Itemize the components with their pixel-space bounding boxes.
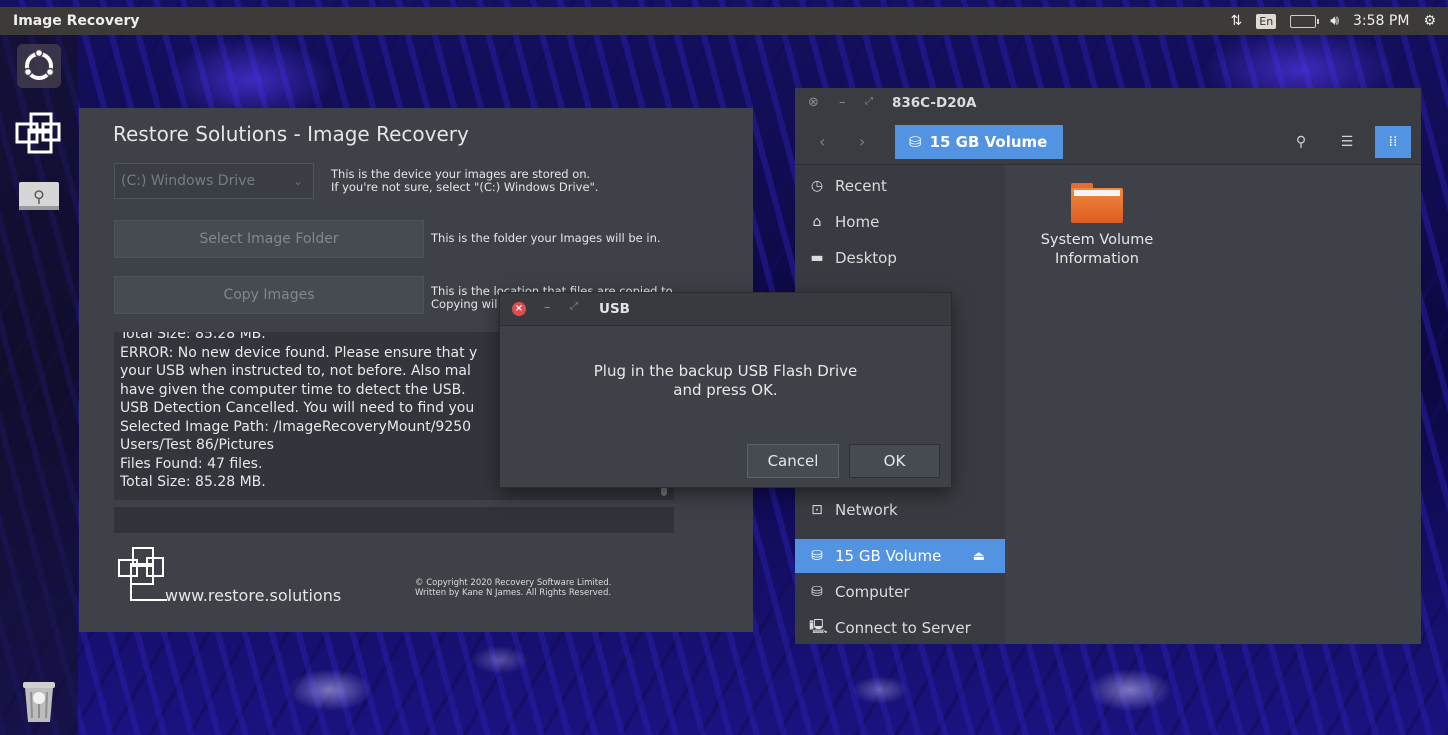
network-arrows-icon[interactable]: ⇅	[1231, 13, 1243, 29]
usb-dialog-message-line2: and press OK.	[673, 381, 778, 399]
drive-icon: ⛁	[909, 133, 922, 151]
ok-button[interactable]: OK	[849, 444, 940, 478]
sidebar-item-label: Network	[835, 501, 898, 519]
grid-view-icon[interactable]: ⁞⁞	[1375, 126, 1411, 158]
network-icon: ⊡	[811, 502, 823, 518]
usb-dialog-message-line1: Plug in the backup USB Flash Drive	[593, 362, 858, 380]
drive-icon: ⛁	[811, 548, 823, 564]
clock[interactable]: 3:58 PM	[1353, 13, 1409, 29]
back-arrow-icon[interactable]: ‹	[819, 132, 825, 151]
file-item-label-line2: Information	[1055, 251, 1139, 267]
usb-dialog-title: USB	[599, 301, 630, 317]
minimize-icon[interactable]: –	[544, 300, 551, 315]
copyright-text: © Copyright 2020 Recovery Software Limit…	[415, 578, 611, 598]
close-icon[interactable]: ⊗	[808, 95, 819, 110]
ubuntu-dash-icon[interactable]	[10, 37, 68, 95]
server-icon: 🖳︎	[809, 619, 828, 635]
file-view: System Volume Information	[1005, 165, 1421, 644]
file-item-label: System Volume Information	[1025, 231, 1169, 269]
drive-note-line2: If you're not sure, select "(C:) Windows…	[331, 180, 599, 194]
file-manager-toolbar: ‹ › ⛁ 15 GB Volume ⚲ ☰ ⁞⁞	[795, 120, 1421, 165]
sidebar-item-label: Desktop	[835, 249, 897, 267]
launcher: ⚲	[0, 35, 78, 735]
progress-bar	[114, 507, 674, 533]
clock-icon: ◷	[810, 178, 824, 194]
system-gear-icon[interactable]: ⚙	[1423, 13, 1436, 29]
select-folder-note: This is the folder your Images will be i…	[431, 231, 661, 245]
usb-dialog: × – ⤢ USB Plug in the backup USB Flash D…	[500, 293, 951, 487]
usb-dialog-titlebar: × – ⤢ USB	[500, 293, 951, 326]
file-manager-title: 836C-D20A	[892, 95, 977, 111]
maximize-icon[interactable]: ⤢	[865, 96, 873, 107]
drive-icon: ⛁	[811, 584, 823, 600]
restore-solutions-app-icon[interactable]	[10, 105, 68, 163]
top-panel: Image Recovery ⇅ En 🔊︎ 3:58 PM ⚙	[0, 7, 1448, 35]
sidebar-item-computer[interactable]: ⛁ Computer	[795, 575, 1005, 609]
log-scrollbar[interactable]	[661, 486, 667, 496]
copy-images-button[interactable]: Copy Images	[114, 276, 424, 314]
sidebar-item-connect-to-server[interactable]: 🖳︎ Connect to Server	[795, 611, 1005, 644]
volume-icon[interactable]: 🔊︎	[1330, 13, 1339, 29]
svg-text:⚲: ⚲	[33, 187, 45, 206]
usb-dialog-message: Plug in the backup USB Flash Drive and p…	[500, 362, 951, 400]
sidebar-item-15gb-volume[interactable]: ⛁ 15 GB Volume ⏏	[795, 539, 1005, 573]
file-item-label-line1: System Volume	[1040, 232, 1154, 248]
folder-icon: ▬	[810, 250, 824, 266]
sidebar-item-label: Connect to Server	[835, 619, 971, 637]
home-icon: ⌂	[812, 214, 822, 230]
cancel-button[interactable]: Cancel	[747, 444, 839, 478]
select-image-folder-button[interactable]: Select Image Folder	[114, 220, 424, 258]
sidebar-item-desktop[interactable]: ▬ Desktop	[795, 241, 1005, 275]
forward-arrow-icon[interactable]: ›	[859, 132, 865, 151]
list-view-icon[interactable]: ☰	[1329, 126, 1365, 158]
search-icon[interactable]: ⚲	[1283, 126, 1319, 158]
indicator-area: ⇅ En 🔊︎ 3:58 PM ⚙	[1231, 13, 1448, 29]
sidebar-item-network[interactable]: ⊡ Network	[795, 493, 1005, 527]
sidebar-item-label: Computer	[835, 583, 910, 601]
copyright-line1: © Copyright 2020 Recovery Software Limit…	[415, 578, 612, 588]
active-app-title: Image Recovery	[13, 13, 140, 29]
close-icon[interactable]: ×	[512, 302, 526, 316]
folder-icon	[1071, 183, 1123, 223]
sidebar-item-label: Home	[835, 213, 880, 231]
sidebar-item-home[interactable]: ⌂ Home	[795, 205, 1005, 239]
battery-icon[interactable]	[1290, 14, 1320, 28]
sidebar-item-recent[interactable]: ◷ Recent	[795, 169, 1005, 203]
file-manager-titlebar: ⊗ – ⤢ 836C-D20A	[795, 88, 1421, 120]
sidebar-item-label: Recent	[835, 177, 887, 195]
keyboard-layout-indicator[interactable]: En	[1256, 13, 1277, 29]
copyright-line2: Written by Kane N James. All Rights Rese…	[415, 588, 612, 598]
path-bar-button[interactable]: ⛁ 15 GB Volume	[895, 125, 1063, 159]
sidebar-item-label: 15 GB Volume	[835, 547, 942, 565]
chevron-down-icon: ⌄	[292, 174, 303, 188]
drive-select[interactable]: (C:) Windows Drive ⌄	[114, 163, 314, 199]
eject-icon[interactable]: ⏏	[973, 549, 985, 564]
drive-note: This is the device your images are store…	[331, 168, 598, 194]
path-bar-label: 15 GB Volume	[929, 133, 1048, 151]
trash-icon[interactable]	[10, 671, 68, 729]
minimize-icon[interactable]: –	[839, 95, 846, 110]
restore-window-title: Restore Solutions - Image Recovery	[113, 122, 469, 146]
usb-drive-icon[interactable]: ⚲	[10, 167, 68, 225]
drive-select-value: (C:) Windows Drive	[121, 173, 256, 189]
footer-url[interactable]: www.restore.solutions	[165, 586, 341, 605]
maximize-icon[interactable]: ⤢	[570, 301, 578, 312]
